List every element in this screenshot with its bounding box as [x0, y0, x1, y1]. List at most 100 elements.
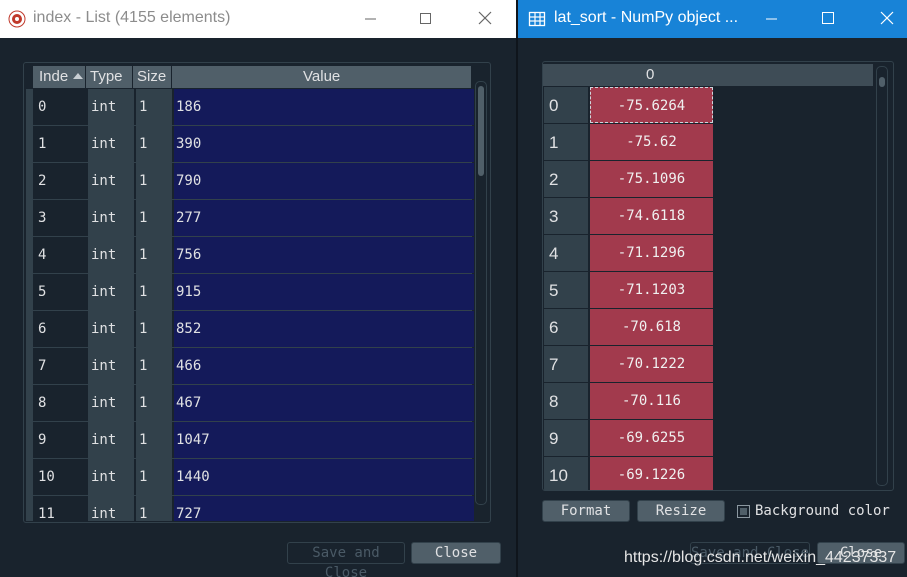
- minimize-button[interactable]: [749, 0, 795, 38]
- array-table: 0 0 -75.6264 1 -75.62 2 -75.1096 3 -74.6118 4 -71…: [542, 61, 894, 491]
- cell-value[interactable]: 390: [174, 126, 474, 162]
- cell-value[interactable]: 727: [174, 496, 474, 521]
- format-button[interactable]: Format: [542, 500, 630, 522]
- cell-index: 10: [34, 459, 82, 495]
- row-gutter: [26, 274, 33, 310]
- spyder-icon: [8, 10, 26, 28]
- vertical-scrollbar[interactable]: [475, 81, 487, 505]
- cell-index: 9: [34, 422, 82, 458]
- row-gutter: [26, 459, 33, 495]
- list-editor-window: index - List (4155 elements) Inde Type S…: [0, 0, 516, 577]
- window-title: lat_sort - NumPy object ...: [554, 9, 739, 26]
- cell-size: 1: [136, 496, 172, 521]
- row-index: 6: [544, 309, 588, 345]
- table-row[interactable]: 10 int 1 1440: [26, 459, 474, 496]
- table-row[interactable]: 0 int 1 186: [26, 89, 474, 126]
- cell-size: 1: [136, 274, 172, 310]
- cell-value[interactable]: 467: [174, 385, 474, 421]
- cell-size: 1: [136, 89, 172, 125]
- array-cell[interactable]: -74.6118: [590, 198, 713, 234]
- array-row: 9 -69.6255: [544, 420, 874, 457]
- array-cell[interactable]: -70.116: [590, 383, 713, 419]
- array-cell[interactable]: -70.618: [590, 309, 713, 345]
- left-titlebar[interactable]: index - List (4155 elements): [0, 0, 516, 38]
- save-and-close-button[interactable]: Save and Close: [287, 542, 405, 577]
- cell-type: int: [88, 126, 134, 162]
- row-index: 0: [544, 87, 588, 123]
- row-index: 5: [544, 272, 588, 308]
- table-row[interactable]: 6 int 1 852: [26, 311, 474, 348]
- background-color-checkbox[interactable]: [737, 505, 750, 518]
- array-editor-window: lat_sort - NumPy object ... 0 0 -75.6264 1…: [518, 0, 907, 577]
- array-row: 8 -70.116: [544, 383, 874, 420]
- cell-index: 4: [34, 237, 82, 273]
- table-body: 0 int 1 186 1 int 1 390 2 int 1 790 3 int 1 277 4 int 1 756…: [26, 89, 476, 521]
- close-window-button[interactable]: [864, 0, 907, 38]
- array-cell[interactable]: -75.6264: [590, 87, 713, 123]
- header-value[interactable]: Value: [303, 66, 340, 88]
- array-cell[interactable]: -71.1203: [590, 272, 713, 308]
- table-row[interactable]: 2 int 1 790: [26, 163, 474, 200]
- cell-value[interactable]: 277: [174, 200, 474, 236]
- row-index: 3: [544, 198, 588, 234]
- vertical-scrollbar[interactable]: [876, 66, 888, 486]
- array-cell[interactable]: -70.1222: [590, 346, 713, 382]
- window-title: index - List (4155 elements): [33, 9, 231, 26]
- right-titlebar[interactable]: lat_sort - NumPy object ...: [518, 0, 907, 38]
- cell-value[interactable]: 1047: [174, 422, 474, 458]
- row-gutter: [26, 89, 33, 125]
- cell-type: int: [88, 311, 134, 347]
- header-index[interactable]: Inde: [39, 66, 68, 88]
- maximize-button[interactable]: [805, 0, 851, 38]
- maximize-button[interactable]: [403, 0, 449, 38]
- table-row[interactable]: 11 int 1 727: [26, 496, 474, 521]
- table-row[interactable]: 1 int 1 390: [26, 126, 474, 163]
- cell-value[interactable]: 852: [174, 311, 474, 347]
- table-row[interactable]: 7 int 1 466: [26, 348, 474, 385]
- array-row: 0 -75.6264: [544, 87, 874, 124]
- maximize-icon: [822, 12, 834, 24]
- cell-index: 8: [34, 385, 82, 421]
- table-row[interactable]: 3 int 1 277: [26, 200, 474, 237]
- table-row[interactable]: 9 int 1 1047: [26, 422, 474, 459]
- array-row: 1 -75.62: [544, 124, 874, 161]
- close-window-button[interactable]: [462, 0, 508, 38]
- cell-index: 7: [34, 348, 82, 384]
- maximize-icon: [420, 13, 431, 24]
- cell-type: int: [88, 385, 134, 421]
- resize-button[interactable]: Resize: [637, 500, 725, 522]
- table-row[interactable]: 4 int 1 756: [26, 237, 474, 274]
- column-header-label: 0: [646, 66, 655, 83]
- table-row[interactable]: 8 int 1 467: [26, 385, 474, 422]
- array-cell[interactable]: -69.6255: [590, 420, 713, 456]
- array-cell[interactable]: -75.1096: [590, 161, 713, 197]
- row-gutter: [26, 385, 33, 421]
- column-header[interactable]: 0: [587, 64, 873, 86]
- scrollbar-thumb[interactable]: [478, 86, 484, 176]
- table-icon: [528, 11, 546, 27]
- scrollbar-thumb[interactable]: [879, 77, 885, 87]
- row-gutter: [26, 348, 33, 384]
- cell-value[interactable]: 466: [174, 348, 474, 384]
- array-row: 7 -70.1222: [544, 346, 874, 383]
- array-cell[interactable]: -69.1226: [590, 457, 713, 490]
- cell-value[interactable]: 790: [174, 163, 474, 199]
- cell-value[interactable]: 1440: [174, 459, 474, 495]
- row-index: 2: [544, 161, 588, 197]
- cell-index: 6: [34, 311, 82, 347]
- table-row[interactable]: 5 int 1 915: [26, 274, 474, 311]
- row-index: 8: [544, 383, 588, 419]
- array-cell[interactable]: -75.62: [590, 124, 713, 160]
- cell-size: 1: [136, 126, 172, 162]
- header-size[interactable]: Size: [137, 66, 166, 88]
- cell-value[interactable]: 915: [174, 274, 474, 310]
- cell-type: int: [88, 348, 134, 384]
- minimize-icon: [766, 18, 777, 20]
- header-type[interactable]: Type: [90, 66, 123, 88]
- cell-value[interactable]: 186: [174, 89, 474, 125]
- array-row: 3 -74.6118: [544, 198, 874, 235]
- cell-value[interactable]: 756: [174, 237, 474, 273]
- array-cell[interactable]: -71.1296: [590, 235, 713, 271]
- close-button[interactable]: Close: [411, 542, 501, 564]
- minimize-button[interactable]: [347, 0, 393, 38]
